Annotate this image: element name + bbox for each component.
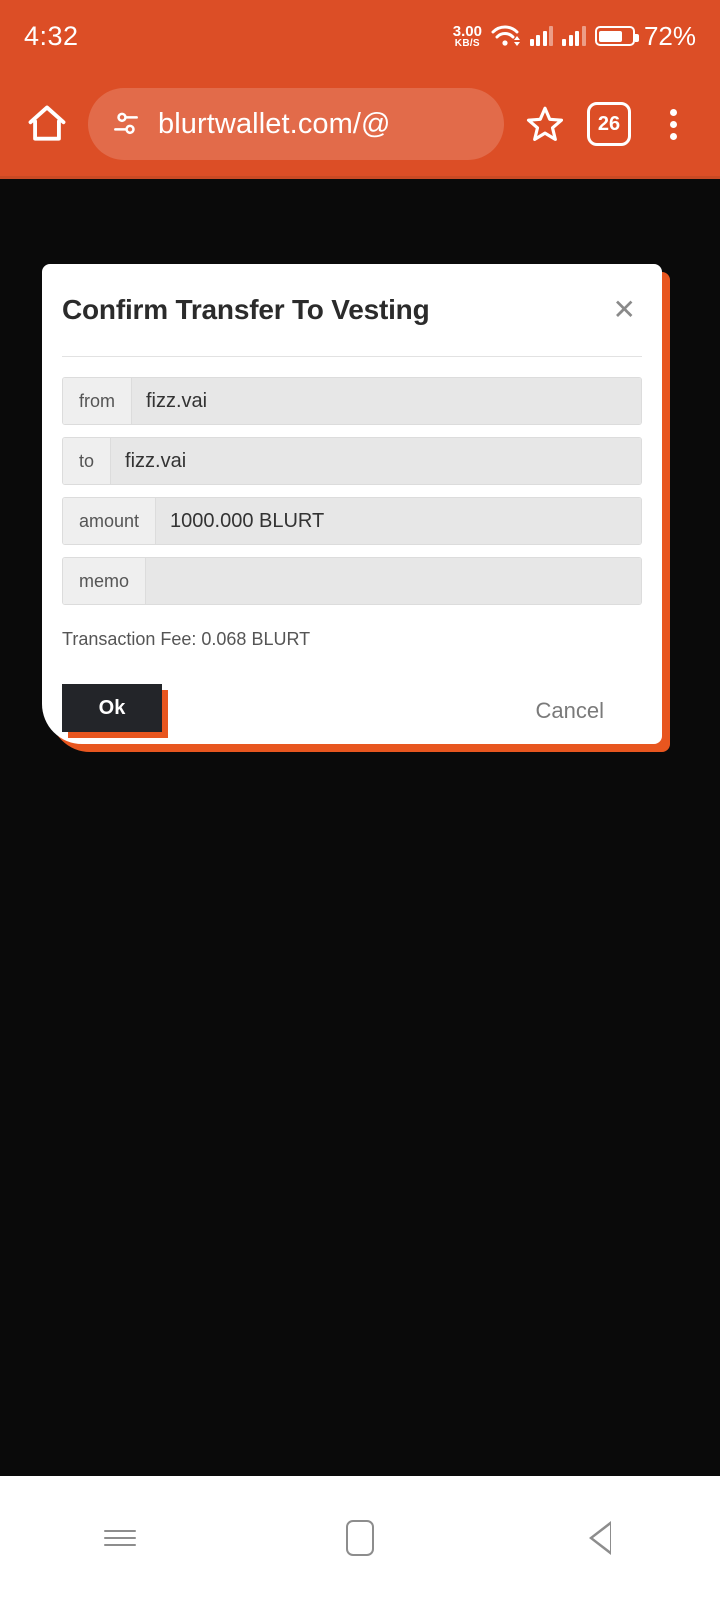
field-label: memo (63, 558, 147, 604)
home-icon (28, 105, 66, 141)
cancel-button[interactable]: Cancel (536, 698, 642, 724)
dimmed-text (10, 1096, 14, 1113)
dialog-actions: Ok Cancel (62, 650, 642, 738)
field-row-to: to fizz.vai (62, 437, 642, 485)
network-speed-indicator: 3.00 KB/S (453, 24, 482, 49)
overflow-menu-button[interactable] (644, 95, 702, 153)
transaction-fee-text: Transaction Fee: 0.068 BLURT (62, 629, 311, 649)
page-top-accent-line (0, 176, 720, 179)
signal-icon (529, 26, 554, 46)
field-label: from (63, 378, 132, 424)
network-speed-value: 3.00 (452, 22, 482, 40)
dimmed-text (10, 1226, 14, 1243)
nav-home-button[interactable] (320, 1498, 400, 1578)
tab-count: 26 (587, 102, 631, 146)
dimmed-text (10, 966, 14, 983)
url-bar[interactable]: blurtwallet.com/@ (88, 88, 504, 160)
battery-percent: 72% (643, 20, 696, 51)
home-button[interactable] (18, 95, 76, 153)
tab-switcher-button[interactable]: 26 (580, 95, 638, 153)
bookmark-button[interactable] (516, 95, 574, 153)
field-row-memo: memo (62, 557, 642, 605)
ok-button-wrapper: Ok (62, 684, 168, 738)
nav-recents-button[interactable] (80, 1498, 160, 1578)
field-label: to (63, 438, 112, 484)
close-icon[interactable]: ✕ (607, 294, 642, 326)
status-bar: 4:32 3.00 KB/S 72% (0, 0, 720, 72)
network-speed-unit: KB/S (454, 37, 480, 49)
dialog-header: Confirm Transfer To Vesting ✕ (62, 264, 642, 326)
battery-icon (594, 26, 639, 46)
status-indicators: 3.00 KB/S 72% (453, 21, 696, 52)
field-value-to[interactable]: fizz.vai (111, 438, 641, 484)
tune-icon (114, 112, 138, 135)
field-label: amount (63, 498, 157, 544)
star-icon (526, 106, 564, 141)
wifi-icon (491, 25, 520, 46)
back-triangle-icon (589, 1521, 611, 1555)
home-square-icon (346, 1520, 374, 1556)
status-clock: 4:32 (24, 20, 79, 51)
dialog-title: Confirm Transfer To Vesting (62, 294, 430, 325)
field-row-amount: amount 1000.000 BLURT (62, 497, 642, 545)
overflow-menu-icon (669, 108, 677, 140)
ok-button[interactable]: Ok (62, 684, 162, 732)
transfer-fields: from fizz.vai to fizz.vai amount 1000.00… (62, 357, 642, 650)
android-nav-bar (0, 1476, 720, 1600)
signal-icon (562, 26, 586, 46)
browser-toolbar: blurtwallet.com/@ 26 (0, 72, 720, 176)
field-value-memo[interactable] (146, 558, 641, 604)
field-row-from: from fizz.vai (62, 377, 642, 425)
field-value-amount[interactable]: 1000.000 BLURT (156, 498, 641, 544)
nav-back-button[interactable] (560, 1498, 640, 1578)
menu-icon (104, 1525, 136, 1551)
confirm-transfer-dialog: Confirm Transfer To Vesting ✕ from fizz.… (42, 264, 662, 744)
field-value-from[interactable]: fizz.vai (132, 378, 641, 424)
url-text: blurtwallet.com/@ (158, 107, 391, 140)
